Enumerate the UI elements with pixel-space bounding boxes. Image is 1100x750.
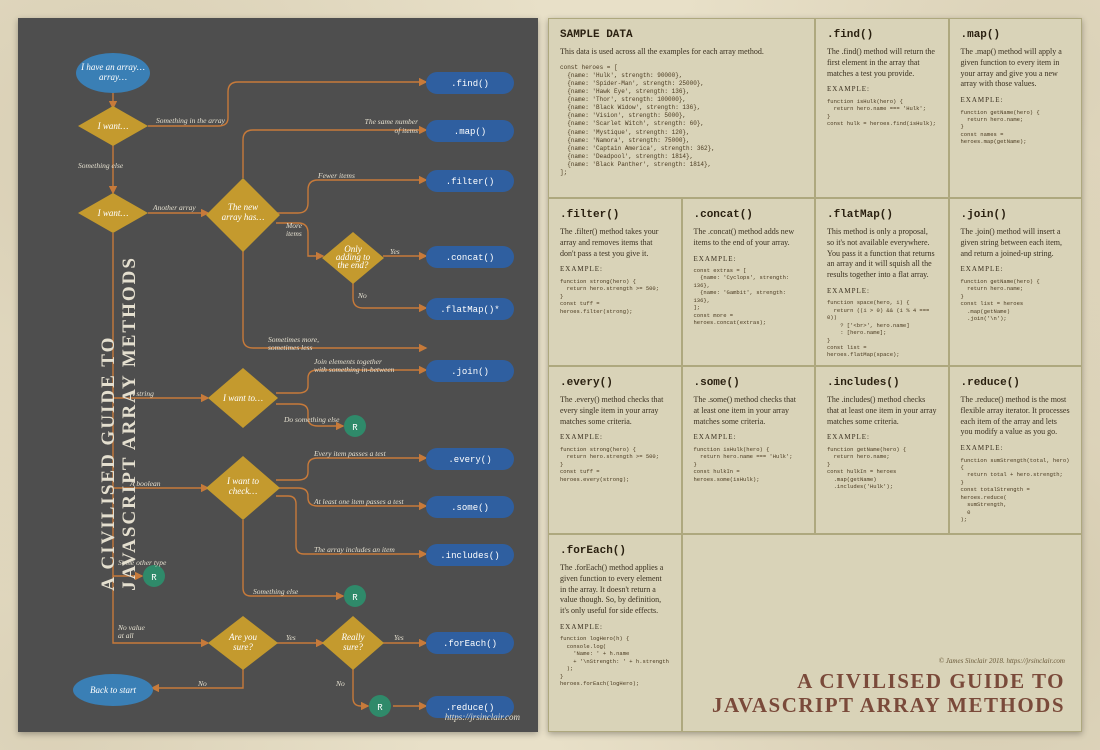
cell-sample: SAMPLE DATA This data is used across all… xyxy=(548,18,815,198)
svg-text:Every item passes a test: Every item passes a test xyxy=(313,449,387,458)
cell-find: .find()The .find() method will return th… xyxy=(815,18,949,198)
result-map: .map() xyxy=(426,120,514,142)
svg-text:.some(): .some() xyxy=(451,503,489,513)
result-filter: .filter() xyxy=(426,170,514,192)
svg-text:At least one item passes a tes: At least one item passes a test xyxy=(313,497,404,506)
node-start: I have an array… xyxy=(80,62,145,72)
svg-text:Yes: Yes xyxy=(390,247,400,256)
svg-text:Join elements togetherwith som: Join elements togetherwith something in-… xyxy=(314,357,395,374)
svg-text:Another array: Another array xyxy=(152,203,196,212)
cell-map: .map()The .map() method will apply a giv… xyxy=(949,18,1083,198)
result-find: .find() xyxy=(426,72,514,94)
svg-text:I want tocheck…: I want tocheck… xyxy=(226,476,260,496)
svg-text:R: R xyxy=(151,573,157,583)
cell-filter: .filter()The .filter() method takes your… xyxy=(548,198,682,366)
svg-text:No: No xyxy=(335,679,345,688)
cell-includes: .includes()The .includes() method checks… xyxy=(815,366,949,534)
svg-text:.find(): .find() xyxy=(451,79,489,89)
node-want1: I want… xyxy=(97,121,129,131)
svg-text:Something else: Something else xyxy=(78,161,124,170)
cell-some: .some()The .some() method checks that at… xyxy=(682,366,816,534)
svg-text:No: No xyxy=(197,679,207,688)
result-includes: .includes() xyxy=(426,544,514,566)
page-title-vertical: A CIVILISED GUIDE TO JAVASCRIPT ARRAY ME… xyxy=(99,251,141,591)
node-iwantto: I want to… xyxy=(222,393,263,403)
svg-text:Fewer items: Fewer items xyxy=(317,171,355,180)
result-foreach: .forEach() xyxy=(426,632,514,654)
node-want2: I want… xyxy=(97,208,129,218)
result-flatmap: .flatMap()* xyxy=(426,298,514,320)
svg-text:Something else: Something else xyxy=(253,587,299,596)
svg-text:.every(): .every() xyxy=(448,455,491,465)
svg-text:The newarray has…: The newarray has… xyxy=(222,202,265,222)
title-block: © James Sinclair 2018. https://jrsinclai… xyxy=(682,534,1083,732)
flowchart-svg: .bub { fill:#3a7fb5; } .dia { fill:#c49a… xyxy=(18,18,538,732)
cell-join: .join()The .join() method will insert a … xyxy=(949,198,1083,366)
svg-text:.flatMap()*: .flatMap()* xyxy=(440,305,499,315)
svg-text:The array includes an item: The array includes an item xyxy=(314,545,395,554)
reference-panel: SAMPLE DATA This data is used across all… xyxy=(548,18,1082,732)
svg-text:Moreitems: Moreitems xyxy=(285,221,303,238)
svg-text:Yes: Yes xyxy=(394,633,404,642)
node-back: Back to start xyxy=(90,685,136,695)
svg-text:.concat(): .concat() xyxy=(446,253,495,263)
svg-text:The same numberof items: The same numberof items xyxy=(365,117,418,135)
result-every: .every() xyxy=(426,448,514,470)
svg-text:Do something else: Do something else xyxy=(283,415,340,424)
svg-text:R: R xyxy=(352,593,358,603)
svg-text:.map(): .map() xyxy=(454,127,486,137)
svg-text:Something in the array: Something in the array xyxy=(156,116,226,125)
svg-text:Reallysure?: Reallysure? xyxy=(341,632,365,652)
attribution: https://jrsinclair.com xyxy=(445,712,520,722)
cell-foreach: .forEach()The .forEach() method applies … xyxy=(548,534,682,732)
svg-text:Yes: Yes xyxy=(286,633,296,642)
cell-flatmap: .flatMap()This method is only a proposal… xyxy=(815,198,949,366)
svg-text:R: R xyxy=(377,703,383,713)
svg-text:Sometimes more,sometimes less: Sometimes more,sometimes less xyxy=(268,335,319,352)
cell-concat: .concat()The .concat() method adds new i… xyxy=(682,198,816,366)
page-title: A CIVILISED GUIDE TO JAVASCRIPT ARRAY ME… xyxy=(699,669,1066,717)
svg-text:.filter(): .filter() xyxy=(446,177,495,187)
result-some: .some() xyxy=(426,496,514,518)
svg-text:.forEach(): .forEach() xyxy=(443,639,497,649)
result-join: .join() xyxy=(426,360,514,382)
flowchart-panel: A CIVILISED GUIDE TO JAVASCRIPT ARRAY ME… xyxy=(18,18,538,732)
svg-text:.join(): .join() xyxy=(451,367,489,377)
svg-text:.includes(): .includes() xyxy=(440,551,499,561)
cell-reduce: .reduce()The .reduce() method is the mos… xyxy=(949,366,1083,534)
cell-every: .every()The .every() method checks that … xyxy=(548,366,682,534)
svg-text:No valueat all: No valueat all xyxy=(117,623,146,640)
svg-text:R: R xyxy=(352,423,358,433)
result-concat: .concat() xyxy=(426,246,514,268)
svg-text:No: No xyxy=(357,291,367,300)
